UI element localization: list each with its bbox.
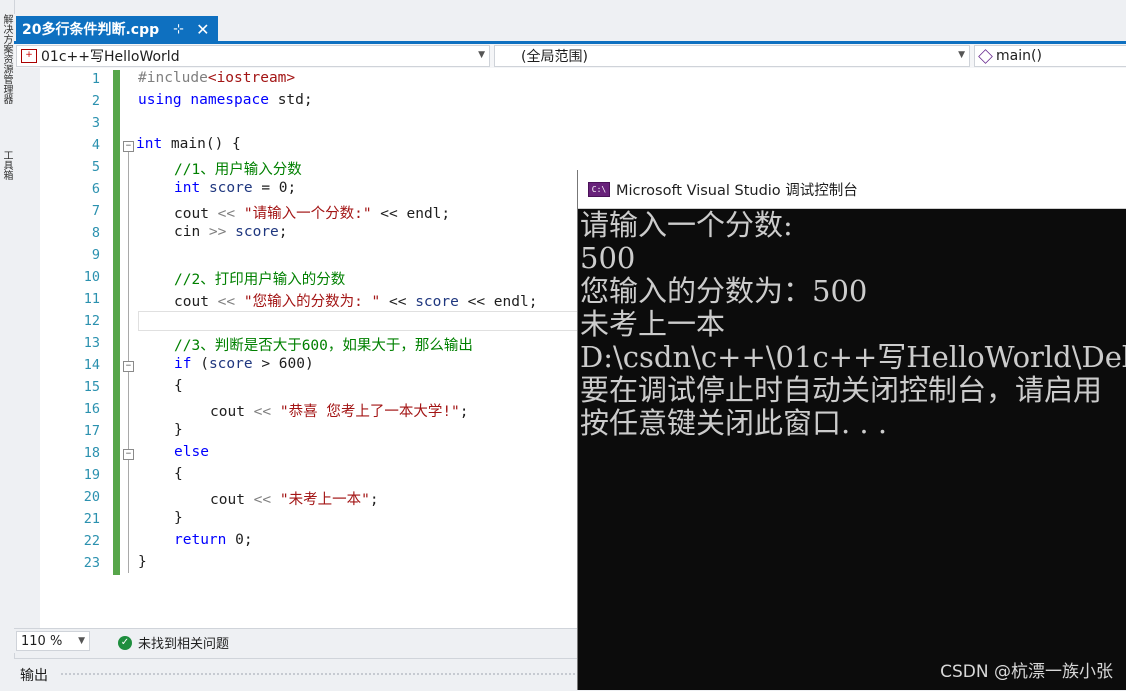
code-line-7: cout << "请输入一个分数:" << endl; [174, 206, 451, 222]
line-number: 3 [91, 115, 100, 131]
zoom-level: 110 % [21, 633, 63, 649]
tab-file[interactable]: 20多行条件判断.cpp ⊹ ✕ [16, 16, 218, 42]
line-number: 8 [91, 225, 100, 241]
outline-guide [128, 372, 129, 434]
debug-console-window[interactable]: C:\ Microsoft Visual Studio 调试控制台 请输入一个分… [577, 170, 1126, 690]
scope-name: (全局范围) [521, 49, 588, 65]
console-line: 500 [580, 241, 636, 275]
console-output: 请输入一个分数: 500 您输入的分数为：500 未考上一本 D:\csdn\c… [580, 208, 1126, 690]
code-line-6: int score = 0; [174, 180, 297, 196]
line-number: 9 [91, 247, 100, 263]
code-line-14: if (score > 600) [174, 356, 314, 372]
line-number: 18 [83, 445, 100, 461]
console-icon: C:\ [588, 181, 610, 197]
code-line-19: { [174, 466, 183, 482]
console-line: 未考上一本 [580, 307, 726, 341]
project-icon: + [21, 49, 37, 63]
toolbox-tab[interactable]: 工具箱 [0, 150, 14, 180]
grip-handle[interactable] [60, 672, 580, 677]
output-label[interactable]: 输出 [20, 665, 48, 685]
console-line: 请输入一个分数: [580, 208, 793, 242]
issues-indicator[interactable]: ✓ 未找到相关问题 [118, 633, 229, 652]
line-number: 21 [83, 511, 100, 527]
chevron-down-icon: ▼ [478, 50, 485, 60]
line-number: 15 [83, 379, 100, 395]
member-dropdown[interactable]: main() [974, 45, 1126, 67]
line-number: 11 [83, 291, 100, 307]
line-number: 2 [91, 93, 100, 109]
current-line-highlight [138, 311, 588, 331]
code-line-11: cout << "您输入的分数为: " << score << endl; [174, 294, 538, 310]
line-number: 20 [83, 489, 100, 505]
code-line-21: } [174, 510, 183, 526]
code-line-4: int main() { [136, 136, 241, 152]
console-line: D:\csdn\c++\01c++写HelloWorld\Debug [580, 340, 1126, 374]
project-name: 01c++写HelloWorld [41, 49, 180, 65]
collapse-icon[interactable]: − [123, 449, 134, 460]
line-number: 19 [83, 467, 100, 483]
change-tracking-bar [113, 70, 120, 575]
collapse-icon[interactable]: − [123, 361, 134, 372]
side-toolbar: 解决方案资源管理器 工具箱 [0, 0, 15, 690]
line-number: 23 [83, 555, 100, 571]
pin-icon[interactable]: ⊹ [173, 22, 184, 37]
tab-title: 20多行条件判断.cpp [22, 22, 160, 38]
line-number: 4 [91, 137, 100, 153]
issues-text: 未找到相关问题 [138, 637, 230, 652]
code-line-1: #include<iostream> [138, 70, 296, 86]
line-number: 1 [91, 71, 100, 87]
zoom-dropdown[interactable]: 110 % ▼ [16, 631, 90, 651]
line-number: 5 [91, 159, 100, 175]
console-line: 要在调试停止时自动关闭控制台，请启用 [580, 373, 1103, 407]
watermark: CSDN @杭漂一族小张 [940, 662, 1113, 682]
cube-icon [978, 48, 993, 64]
line-number: 10 [83, 269, 100, 285]
member-name: main() [996, 48, 1042, 64]
code-line-23: } [138, 554, 147, 570]
line-number: 7 [91, 203, 100, 219]
chevron-down-icon: ▼ [958, 50, 965, 60]
code-line-8: cin >> score; [174, 224, 288, 240]
code-line-2: using namespace std; [138, 92, 313, 108]
code-line-17: } [174, 422, 183, 438]
check-icon: ✓ [118, 635, 132, 650]
console-title: Microsoft Visual Studio 调试控制台 [616, 182, 858, 199]
document-tab-bar: 20多行条件判断.cpp ⊹ ✕ [14, 14, 1126, 42]
code-line-20: cout << "未考上一本"; [210, 492, 379, 508]
line-number: 16 [83, 401, 100, 417]
line-number: 14 [83, 357, 100, 373]
project-dropdown[interactable]: + 01c++写HelloWorld ▼ [16, 45, 490, 67]
code-line-22: return 0; [174, 532, 253, 548]
console-line: 您输入的分数为：500 [580, 274, 868, 308]
code-line-5: //1、用户输入分数 [174, 162, 302, 178]
chevron-down-icon: ▼ [78, 636, 85, 646]
navigation-bar: + 01c++写HelloWorld ▼ (全局范围) ▼ main() [14, 44, 1126, 69]
indicator-margin [14, 68, 40, 628]
line-number: 22 [83, 533, 100, 549]
code-line-10: //2、打印用户输入的分数 [174, 272, 346, 288]
code-line-13: //3、判断是否大于600，如果大于，那么输出 [174, 338, 473, 354]
console-line: 按任意键关闭此窗口. . . [580, 406, 888, 440]
close-icon[interactable]: ✕ [196, 20, 209, 39]
line-number: 17 [83, 423, 100, 439]
scope-dropdown[interactable]: (全局范围) ▼ [494, 45, 970, 67]
console-title-bar[interactable]: C:\ Microsoft Visual Studio 调试控制台 [578, 170, 1126, 209]
code-line-15: { [174, 378, 183, 394]
line-number: 6 [91, 181, 100, 197]
line-number: 12 [83, 313, 100, 329]
code-line-16: cout << "恭喜 您考上了一本大学!"; [210, 404, 469, 420]
collapse-icon[interactable]: − [123, 141, 134, 152]
solution-explorer-tab[interactable]: 解决方案资源管理器 [0, 14, 14, 104]
code-line-18: else [174, 444, 209, 460]
line-number: 13 [83, 335, 100, 351]
